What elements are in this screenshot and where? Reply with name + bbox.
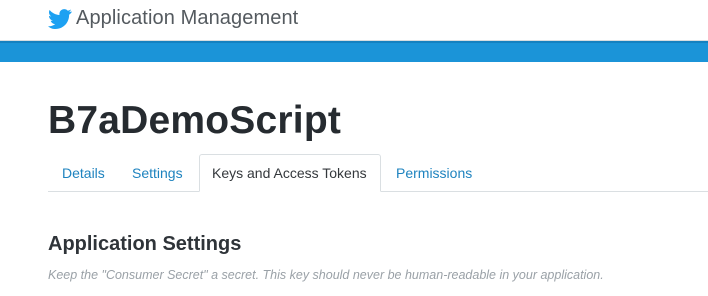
section-title: Application Settings (48, 233, 242, 255)
section-note: Keep the "Consumer Secret" a secret. Thi… (48, 268, 604, 282)
app-management-title[interactable]: Application Management (76, 7, 298, 30)
tab-settings[interactable]: Settings (118, 154, 198, 192)
tab-details[interactable]: Details (48, 154, 118, 192)
page-title: B7aDemoScript (48, 99, 342, 142)
tab-keys-and-access-tokens[interactable]: Keys and Access Tokens (199, 154, 381, 192)
top-navigation-bar: Application Management (0, 0, 708, 41)
accent-banner (0, 41, 708, 62)
twitter-bird-icon[interactable] (48, 9, 72, 29)
tab-permissions[interactable]: Permissions (382, 154, 492, 192)
tab-bar: Details Settings Keys and Access Tokens … (48, 154, 708, 192)
